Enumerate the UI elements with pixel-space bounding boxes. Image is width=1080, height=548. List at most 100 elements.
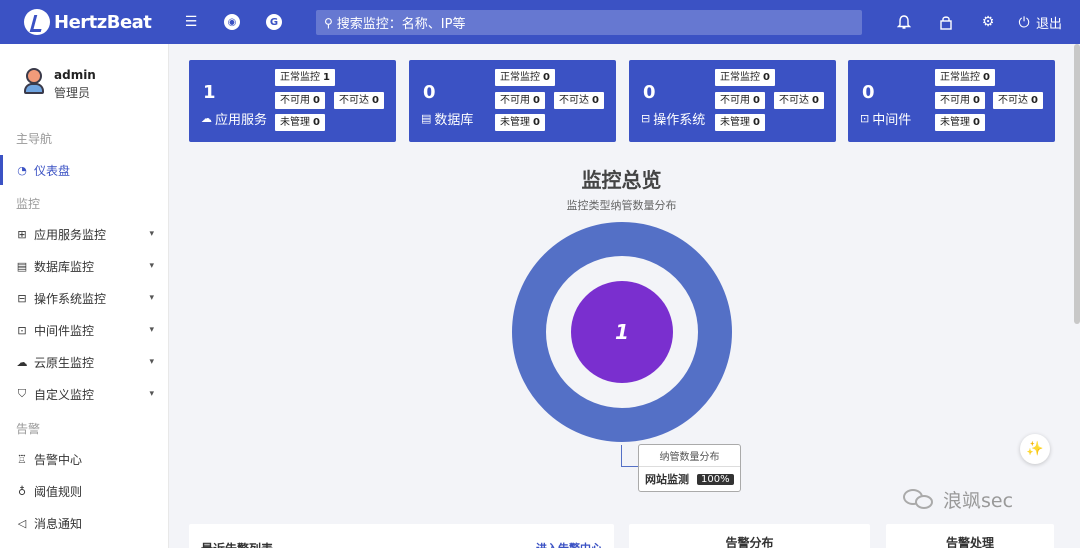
cloud-icon: ☁ xyxy=(16,355,28,369)
sidebar-item-alert-center[interactable]: ♖ 告警中心 xyxy=(0,444,168,474)
chevron-down-icon: ▾ xyxy=(149,325,154,335)
card-label: 数据库 xyxy=(434,113,474,128)
chevron-down-icon: ▾ xyxy=(149,293,154,303)
app-grid-icon: ⊞ xyxy=(17,227,27,241)
dashboard-icon: ◔ xyxy=(17,163,27,177)
tag-unmanaged: 未管理 0 xyxy=(935,114,985,131)
tag-unavailable: 不可用 0 xyxy=(715,92,765,109)
os-icon: ⊟ xyxy=(17,291,27,305)
bulb-icon: ♁ xyxy=(17,484,27,498)
tag-unreachable: 不可达 0 xyxy=(774,92,824,109)
gitee-icon[interactable]: G xyxy=(266,14,282,30)
sidebar-item-dashboard[interactable]: ◔ 仪表盘 xyxy=(0,155,168,185)
tag-unmanaged: 未管理 0 xyxy=(715,114,765,131)
shirt-icon: ⛉ xyxy=(17,387,27,400)
chevron-down-icon: ▾ xyxy=(149,261,154,271)
tooltip-title: 纳管数量分布 xyxy=(659,452,720,463)
magic-wand-button[interactable]: ✨ xyxy=(1020,434,1050,464)
panel-recent-alerts: 最近告警列表 进入告警中心 xyxy=(189,524,614,548)
tag-unreachable: 不可达 0 xyxy=(334,92,384,109)
logout-button[interactable]: ⏻ 退出 xyxy=(1016,13,1063,33)
logout-label: 退出 xyxy=(1036,17,1063,32)
github-icon[interactable]: ◉ xyxy=(224,14,240,30)
tooltip-percent: 100% xyxy=(697,473,734,485)
tag-unavailable: 不可用 0 xyxy=(275,92,325,109)
tag-unavailable: 不可用 0 xyxy=(495,92,545,109)
hertzbeat-logo-icon xyxy=(24,9,50,35)
database-icon: ▤ xyxy=(421,112,432,125)
logo-text: HertzBeat xyxy=(54,11,152,33)
panel-alert-distribution: 告警分布 xyxy=(629,524,870,548)
avatar xyxy=(22,68,46,96)
card-database[interactable]: 0 ▤ 数据库 正常监控 0 不可用 0 不可达 0 未管理 0 xyxy=(409,60,616,142)
tag-normal: 正常监控 0 xyxy=(935,69,995,86)
search-icon: ⚲ xyxy=(324,15,333,30)
search-placeholder: 搜索监控：名称、IP等 xyxy=(336,17,466,32)
sidebar-item-notifications[interactable]: ◁ 消息通知 xyxy=(0,508,168,538)
tooltip-connector xyxy=(621,445,638,467)
chevron-down-icon: ▾ xyxy=(149,357,154,367)
group-monitor: 监控 xyxy=(16,197,41,211)
watermark-text: 浪飒sec xyxy=(943,489,1014,512)
card-count: 0 xyxy=(643,82,656,103)
sidebar-item-cloud-native-monitor[interactable]: ☁ 云原生监控 ▾ xyxy=(0,347,168,377)
middleware-icon: ⊡ xyxy=(860,112,870,125)
card-app-service[interactable]: 1 ☁ 应用服务 正常监控 1 不可用 0 不可达 0 未管理 0 xyxy=(189,60,396,142)
lock-icon[interactable] xyxy=(938,14,954,30)
user-name: admin xyxy=(54,68,96,82)
panel-title-recent-alerts: 最近告警列表 xyxy=(201,540,273,548)
chart-subtitle: 监控类型纳管数量分布 xyxy=(566,199,677,212)
group-main-nav: 主导航 xyxy=(16,132,53,146)
search-input[interactable]: ⚲ 搜索监控：名称、IP等 xyxy=(316,10,862,35)
sidebar-item-os-monitor[interactable]: ⊟ 操作系统监控 ▾ xyxy=(0,283,168,313)
card-count: 0 xyxy=(862,82,875,103)
chevron-down-icon: ▾ xyxy=(149,229,154,239)
sidebar-item-app-monitor[interactable]: ⊞ 应用服务监控 ▾ xyxy=(0,219,168,249)
tag-normal: 正常监控 0 xyxy=(715,69,775,86)
user-role: 管理员 xyxy=(54,86,91,100)
bell-icon[interactable] xyxy=(896,14,912,30)
tag-normal: 正常监控 0 xyxy=(495,69,555,86)
alarm-light-icon: ♖ xyxy=(17,452,27,466)
panel-title-alert-distribution: 告警分布 xyxy=(725,536,774,548)
sidebar-item-custom-monitor[interactable]: ⛉ 自定义监控 ▾ xyxy=(0,379,168,409)
sidebar-item-middleware-monitor[interactable]: ⊡ 中间件监控 ▾ xyxy=(0,315,168,345)
chart-tooltip: 纳管数量分布 网站监测 100% xyxy=(638,444,741,492)
panel-alert-handling: 告警处理 xyxy=(886,524,1054,548)
card-count: 0 xyxy=(423,82,436,103)
tag-unavailable: 不可用 0 xyxy=(935,92,985,109)
group-alert: 告警 xyxy=(16,422,41,436)
os-icon: ⊟ xyxy=(641,112,651,125)
tag-unreachable: 不可达 0 xyxy=(554,92,604,109)
goto-alert-center-link[interactable]: 进入告警中心 xyxy=(536,540,602,548)
chevron-down-icon: ▾ xyxy=(149,389,154,399)
card-label: 应用服务 xyxy=(215,113,268,128)
chart-title: 监控总览 xyxy=(581,168,662,192)
logout-icon: ⏻ xyxy=(1018,14,1030,31)
user-profile[interactable]: admin 管理员 xyxy=(22,68,96,101)
card-label: 中间件 xyxy=(872,113,912,128)
middleware-icon: ⊡ xyxy=(17,323,27,337)
tooltip-series-name: 网站监测 xyxy=(645,473,689,486)
card-count: 1 xyxy=(203,82,216,103)
tag-unmanaged: 未管理 0 xyxy=(275,114,325,131)
center-count-label: 1 xyxy=(615,320,629,344)
tag-unreachable: 不可达 0 xyxy=(993,92,1043,109)
tag-unmanaged: 未管理 0 xyxy=(495,114,545,131)
sidebar: admin 管理员 主导航 ◔ 仪表盘 监控 ⊞ 应用服务监控 ▾ ▤ 数据库监… xyxy=(0,44,169,548)
card-os[interactable]: 0 ⊟ 操作系统 正常监控 0 不可用 0 不可达 0 未管理 0 xyxy=(629,60,836,142)
top-header: HertzBeat ☰ ◉ G ⚲ 搜索监控：名称、IP等 ⚙ ⏻ 退出 xyxy=(0,0,1080,44)
menu-toggle-icon[interactable]: ☰ xyxy=(183,14,199,30)
sidebar-item-threshold-rules[interactable]: ♁ 阈值规则 xyxy=(0,476,168,506)
page-scrollbar[interactable] xyxy=(1074,44,1080,324)
card-middleware[interactable]: 0 ⊡ 中间件 正常监控 0 不可用 0 不可达 0 未管理 0 xyxy=(848,60,1055,142)
panel-title-alert-handling: 告警处理 xyxy=(945,536,994,548)
gear-icon[interactable]: ⚙ xyxy=(980,14,996,30)
sidebar-item-database-monitor[interactable]: ▤ 数据库监控 ▾ xyxy=(0,251,168,281)
overview-donut-chart: 1 xyxy=(512,222,732,442)
notification-icon: ◁ xyxy=(17,516,27,530)
tag-normal: 正常监控 1 xyxy=(275,69,335,86)
cloud-icon: ☁ xyxy=(201,112,212,125)
logo[interactable]: HertzBeat xyxy=(24,9,164,35)
watermark: 浪飒sec xyxy=(903,485,1013,513)
